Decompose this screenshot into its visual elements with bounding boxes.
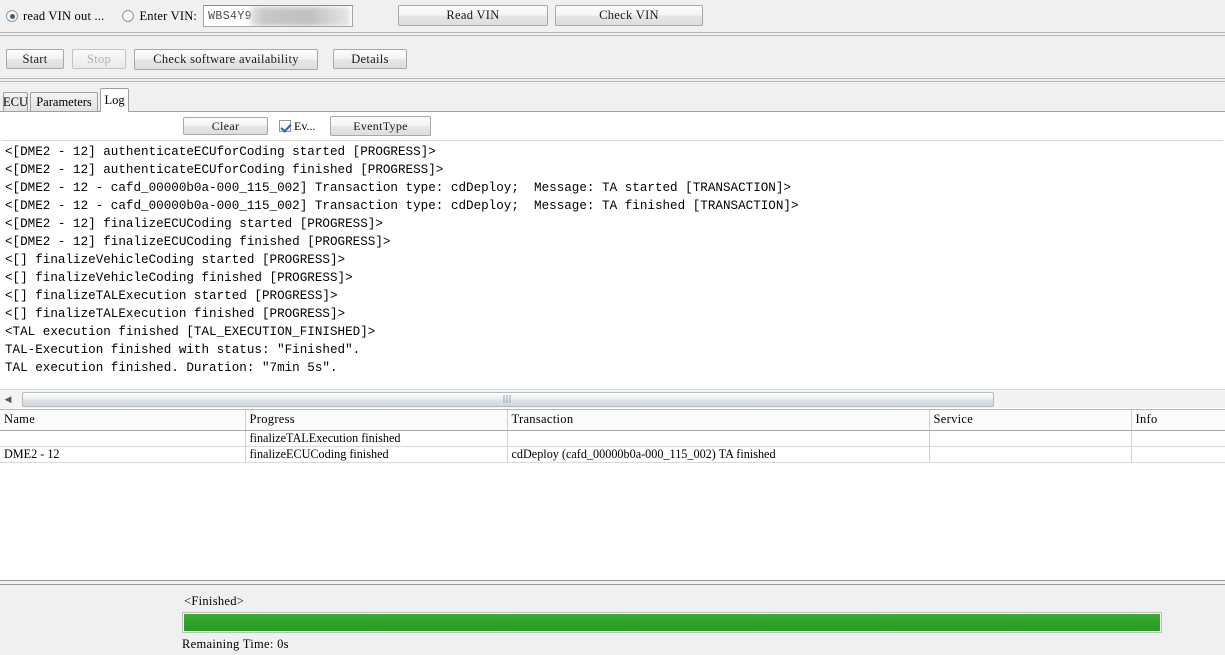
read-vin-radio-label: read VIN out ... xyxy=(23,8,105,23)
log-controls: Clear Ev... EventType xyxy=(0,112,1225,138)
table-cell-transaction: cdDeploy (cafd_00000b0a-000_115_002) TA … xyxy=(507,446,930,463)
tab-active-mask xyxy=(101,110,128,113)
action-toolbar: Start Stop Check software availability D… xyxy=(0,34,1225,78)
log-output[interactable]: <[DME2 - 12] authenticateECUforCoding st… xyxy=(2,140,1223,392)
divider-toolbar xyxy=(0,78,1225,79)
table-cell-service xyxy=(929,446,1132,463)
column-header-progress[interactable]: Progress xyxy=(245,410,508,431)
column-header-name[interactable]: Name xyxy=(0,410,246,431)
table-cell-progress: finalizeECUCoding finished xyxy=(245,446,508,463)
log-line: <[DME2 - 12] authenticateECUforCoding st… xyxy=(5,145,436,159)
status-table: Name Progress Transaction Service Info f… xyxy=(0,410,1225,463)
table-row[interactable]: DME2 - 12 finalizeECUCoding finished cdDep… xyxy=(0,446,1225,463)
enter-vin-radio-icon[interactable] xyxy=(122,10,135,22)
progress-bar-fill xyxy=(184,614,1160,631)
remaining-time-label: Remaining Time: 0s xyxy=(182,637,289,651)
column-header-info[interactable]: Info xyxy=(1131,410,1225,431)
clear-log-button[interactable]: Clear xyxy=(183,117,268,135)
enter-vin-radio-option[interactable]: Enter VIN: WBS4Y9 xyxy=(122,5,354,27)
read-vin-radio-option[interactable]: read VIN out ... xyxy=(6,6,104,26)
table-cell-name: DME2 - 12 xyxy=(0,446,246,463)
status-label: <Finished> xyxy=(184,594,245,608)
table-cell-name xyxy=(0,430,246,447)
table-body: finalizeTALExecution finished DME2 - 12 fi… xyxy=(0,430,1225,463)
tab-log[interactable]: Log xyxy=(100,88,129,111)
tab-ecu[interactable]: ECU xyxy=(3,92,28,111)
log-panel: Clear Ev... EventType <[DME2 - 12] authe… xyxy=(0,112,1225,410)
check-vin-button[interactable]: Check VIN xyxy=(555,5,703,26)
column-header-service[interactable]: Service xyxy=(929,410,1132,431)
log-line: TAL-Execution finished with status: "Fin… xyxy=(5,343,361,357)
log-line: <[DME2 - 12] finalizeECUCoding started [… xyxy=(5,217,383,231)
stop-button: Stop xyxy=(72,49,126,69)
event-filter-checkbox-wrap[interactable]: Ev... xyxy=(279,118,316,134)
read-vin-radio-icon[interactable] xyxy=(6,10,18,22)
divider-table-bottom-2 xyxy=(0,584,1225,585)
log-line: <[DME2 - 12 - cafd_00000b0a-000_115_002]… xyxy=(5,199,799,213)
vin-redaction-overlay xyxy=(250,7,351,26)
log-horizontal-scrollbar[interactable]: ◀ xyxy=(0,389,1225,408)
scroll-left-arrow-icon[interactable]: ◀ xyxy=(0,390,16,408)
status-table-area: Name Progress Transaction Service Info f… xyxy=(0,409,1225,581)
table-cell-progress: finalizeTALExecution finished xyxy=(245,430,508,447)
divider-toolbar-2 xyxy=(0,81,1225,82)
log-line: <[] finalizeVehicleCoding started [PROGR… xyxy=(5,253,346,267)
scrollbar-thumb[interactable] xyxy=(22,391,994,407)
check-software-availability-button[interactable]: Check software availability xyxy=(134,49,318,70)
event-filter-checkbox-icon[interactable] xyxy=(279,120,291,132)
divider-vin-bar xyxy=(0,32,1225,33)
application-window: read VIN out ... Enter VIN: WBS4Y9 Read … xyxy=(0,0,1225,655)
vin-bar: read VIN out ... Enter VIN: WBS4Y9 Read … xyxy=(0,0,1225,32)
event-filter-checkbox-label: Ev... xyxy=(294,118,316,133)
progress-bar xyxy=(182,612,1162,633)
log-line: <[DME2 - 12 - cafd_00000b0a-000_115_002]… xyxy=(5,181,791,195)
divider-table-bottom xyxy=(0,580,1225,581)
table-cell-service xyxy=(929,430,1132,447)
table-cell-info xyxy=(1131,446,1225,463)
log-line: <[] finalizeTALExecution finished [PROGR… xyxy=(5,307,346,321)
tab-strip: ECU Parameters Log xyxy=(0,88,1225,112)
table-cell-info xyxy=(1131,430,1225,447)
table-header-row: Name Progress Transaction Service Info xyxy=(0,410,1225,431)
vin-input-value: WBS4Y9 xyxy=(208,9,252,23)
tab-parameters[interactable]: Parameters xyxy=(30,92,98,111)
log-line: <[DME2 - 12] finalizeECUCoding finished … xyxy=(5,235,391,249)
start-button[interactable]: Start xyxy=(6,49,64,69)
read-vin-button[interactable]: Read VIN xyxy=(398,5,548,26)
footer-progress-area: <Finished> Remaining Time: 0s xyxy=(0,586,1225,655)
event-type-button[interactable]: EventType xyxy=(330,116,431,136)
table-row[interactable]: finalizeTALExecution finished xyxy=(0,430,1225,447)
vin-input[interactable]: WBS4Y9 xyxy=(203,5,354,27)
log-line: <[DME2 - 12] authenticateECUforCoding fi… xyxy=(5,163,444,177)
log-line: <TAL execution finished [TAL_EXECUTION_F… xyxy=(5,325,376,339)
column-header-transaction[interactable]: Transaction xyxy=(507,410,930,431)
table-empty-space xyxy=(0,487,1225,580)
enter-vin-radio-label: Enter VIN: xyxy=(139,8,198,23)
log-line: <[] finalizeVehicleCoding finished [PROG… xyxy=(5,271,353,285)
table-cell-transaction xyxy=(507,430,930,447)
scrollbar-track[interactable] xyxy=(16,390,1221,408)
scrollbar-grip-icon xyxy=(503,395,513,403)
details-button[interactable]: Details xyxy=(333,49,407,69)
log-line: TAL execution finished. Duration: "7min … xyxy=(5,361,338,375)
log-line: <[] finalizeTALExecution started [PROGRE… xyxy=(5,289,338,303)
